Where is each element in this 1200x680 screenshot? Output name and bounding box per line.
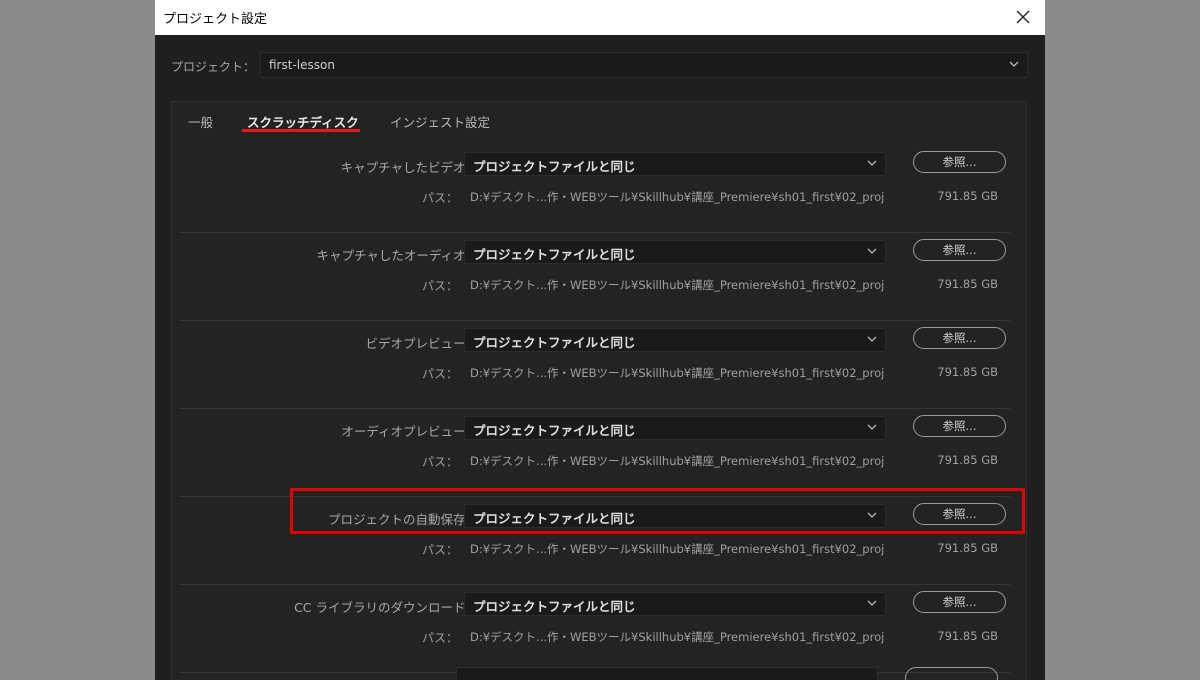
active-tab-underline	[242, 129, 360, 132]
location-dropdown[interactable]: プロジェクトファイルと同じ	[464, 240, 886, 264]
tab-general[interactable]: 一般	[188, 112, 213, 131]
tab-ingest-settings[interactable]: インジェスト設定	[390, 112, 490, 131]
close-icon	[1016, 10, 1030, 24]
dropdown-value: プロジェクトファイルと同じ	[473, 335, 636, 350]
browse-button[interactable]: 参照...	[913, 591, 1006, 613]
row-divider	[180, 584, 1010, 585]
chevron-down-icon	[867, 424, 877, 430]
dialog-titlebar: プロジェクト設定	[155, 0, 1045, 35]
path-value: D:¥デスクト...作・WEBツール¥Skillhub¥講座_Premiere¥…	[470, 542, 885, 556]
dropdown-value: プロジェクトファイルと同じ	[473, 511, 636, 526]
scratch-row-project-auto-save: プロジェクトの自動保存： プロジェクトファイルと同じ 参照... パス： D:¥…	[180, 499, 1010, 585]
browse-button[interactable]: 参照...	[913, 415, 1006, 437]
browse-button[interactable]: 参照...	[913, 151, 1006, 173]
scratch-row-captured-video: キャプチャしたビデオ： プロジェクトファイルと同じ 参照... パス： D:¥デ…	[180, 147, 1010, 233]
project-settings-dialog: プロジェクト設定 プロジェクト： first-lesson 一般 スクラッチディ…	[155, 0, 1045, 680]
chevron-down-icon	[867, 160, 877, 166]
path-value: D:¥デスクト...作・WEBツール¥Skillhub¥講座_Premiere¥…	[470, 190, 885, 204]
free-space: 791.85 GB	[937, 453, 998, 467]
scratch-row-cc-libraries-downloads: CC ライブラリのダウンロード： プロジェクトファイルと同じ 参照... パス：…	[180, 587, 1010, 673]
path-label: パス：	[421, 543, 458, 557]
location-dropdown[interactable]: プロジェクトファイルと同じ	[464, 416, 886, 440]
free-space: 791.85 GB	[937, 365, 998, 379]
location-dropdown-partial[interactable]	[456, 667, 878, 680]
dropdown-value: プロジェクトファイルと同じ	[473, 247, 636, 262]
path-value: D:¥デスクト...作・WEBツール¥Skillhub¥講座_Premiere¥…	[470, 366, 885, 380]
path-label: パス：	[421, 279, 458, 293]
path-label: パス：	[421, 191, 458, 205]
location-dropdown[interactable]: プロジェクトファイルと同じ	[464, 328, 886, 352]
free-space: 791.85 GB	[937, 277, 998, 291]
scratch-row-audio-previews: オーディオプレビュー： プロジェクトファイルと同じ 参照... パス： D:¥デ…	[180, 411, 1010, 497]
scratch-row-captured-audio: キャプチャしたオーディオ： プロジェクトファイルと同じ 参照... パス： D:…	[180, 235, 1010, 321]
path-value: D:¥デスクト...作・WEBツール¥Skillhub¥講座_Premiere¥…	[470, 278, 885, 292]
chevron-down-icon	[867, 512, 877, 518]
browse-button[interactable]: 参照...	[913, 327, 1006, 349]
project-select-value: first-lesson	[269, 58, 335, 72]
dialog-title: プロジェクト設定	[163, 12, 268, 27]
scratch-row-video-previews: ビデオプレビュー： プロジェクトファイルと同じ 参照... パス： D:¥デスク…	[180, 323, 1010, 409]
row-divider	[180, 232, 1010, 233]
chevron-down-icon	[867, 600, 877, 606]
dropdown-value: プロジェクトファイルと同じ	[473, 159, 636, 174]
chevron-down-icon	[1009, 61, 1019, 67]
close-button[interactable]	[1011, 5, 1035, 29]
free-space: 791.85 GB	[937, 629, 998, 643]
dropdown-value: プロジェクトファイルと同じ	[473, 423, 636, 438]
browse-button-partial[interactable]	[905, 667, 998, 680]
project-label: プロジェクト：	[171, 60, 256, 74]
path-value: D:¥デスクト...作・WEBツール¥Skillhub¥講座_Premiere¥…	[470, 630, 885, 644]
location-dropdown[interactable]: プロジェクトファイルと同じ	[464, 504, 886, 528]
row-divider	[180, 496, 1010, 497]
location-dropdown[interactable]: プロジェクトファイルと同じ	[464, 592, 886, 616]
row-label: CC ライブラリのダウンロード：	[294, 600, 478, 615]
path-label: パス：	[421, 455, 458, 469]
project-select[interactable]: first-lesson	[260, 52, 1028, 78]
path-label: パス：	[421, 631, 458, 645]
row-label: ビデオプレビュー：	[365, 336, 478, 351]
row-divider	[180, 408, 1010, 409]
row-label: オーディオプレビュー：	[341, 424, 478, 439]
project-row: プロジェクト： first-lesson	[155, 52, 1045, 78]
row-divider	[180, 320, 1010, 321]
browse-button[interactable]: 参照...	[913, 503, 1006, 525]
chevron-down-icon	[867, 336, 877, 342]
row-label: キャプチャしたオーディオ：	[316, 248, 478, 263]
settings-panel: 一般 スクラッチディスク インジェスト設定 キャプチャしたビデオ： プロジェクト…	[171, 101, 1027, 680]
free-space: 791.85 GB	[937, 541, 998, 555]
tab-bar: 一般 スクラッチディスク インジェスト設定	[172, 102, 1026, 136]
row-label: キャプチャしたビデオ：	[340, 160, 478, 175]
path-label: パス：	[421, 367, 458, 381]
free-space: 791.85 GB	[937, 189, 998, 203]
chevron-down-icon	[867, 248, 877, 254]
dropdown-value: プロジェクトファイルと同じ	[473, 599, 636, 614]
path-value: D:¥デスクト...作・WEBツール¥Skillhub¥講座_Premiere¥…	[470, 454, 885, 468]
browse-button[interactable]: 参照...	[913, 239, 1006, 261]
location-dropdown[interactable]: プロジェクトファイルと同じ	[464, 152, 886, 176]
row-label: プロジェクトの自動保存：	[327, 512, 478, 527]
